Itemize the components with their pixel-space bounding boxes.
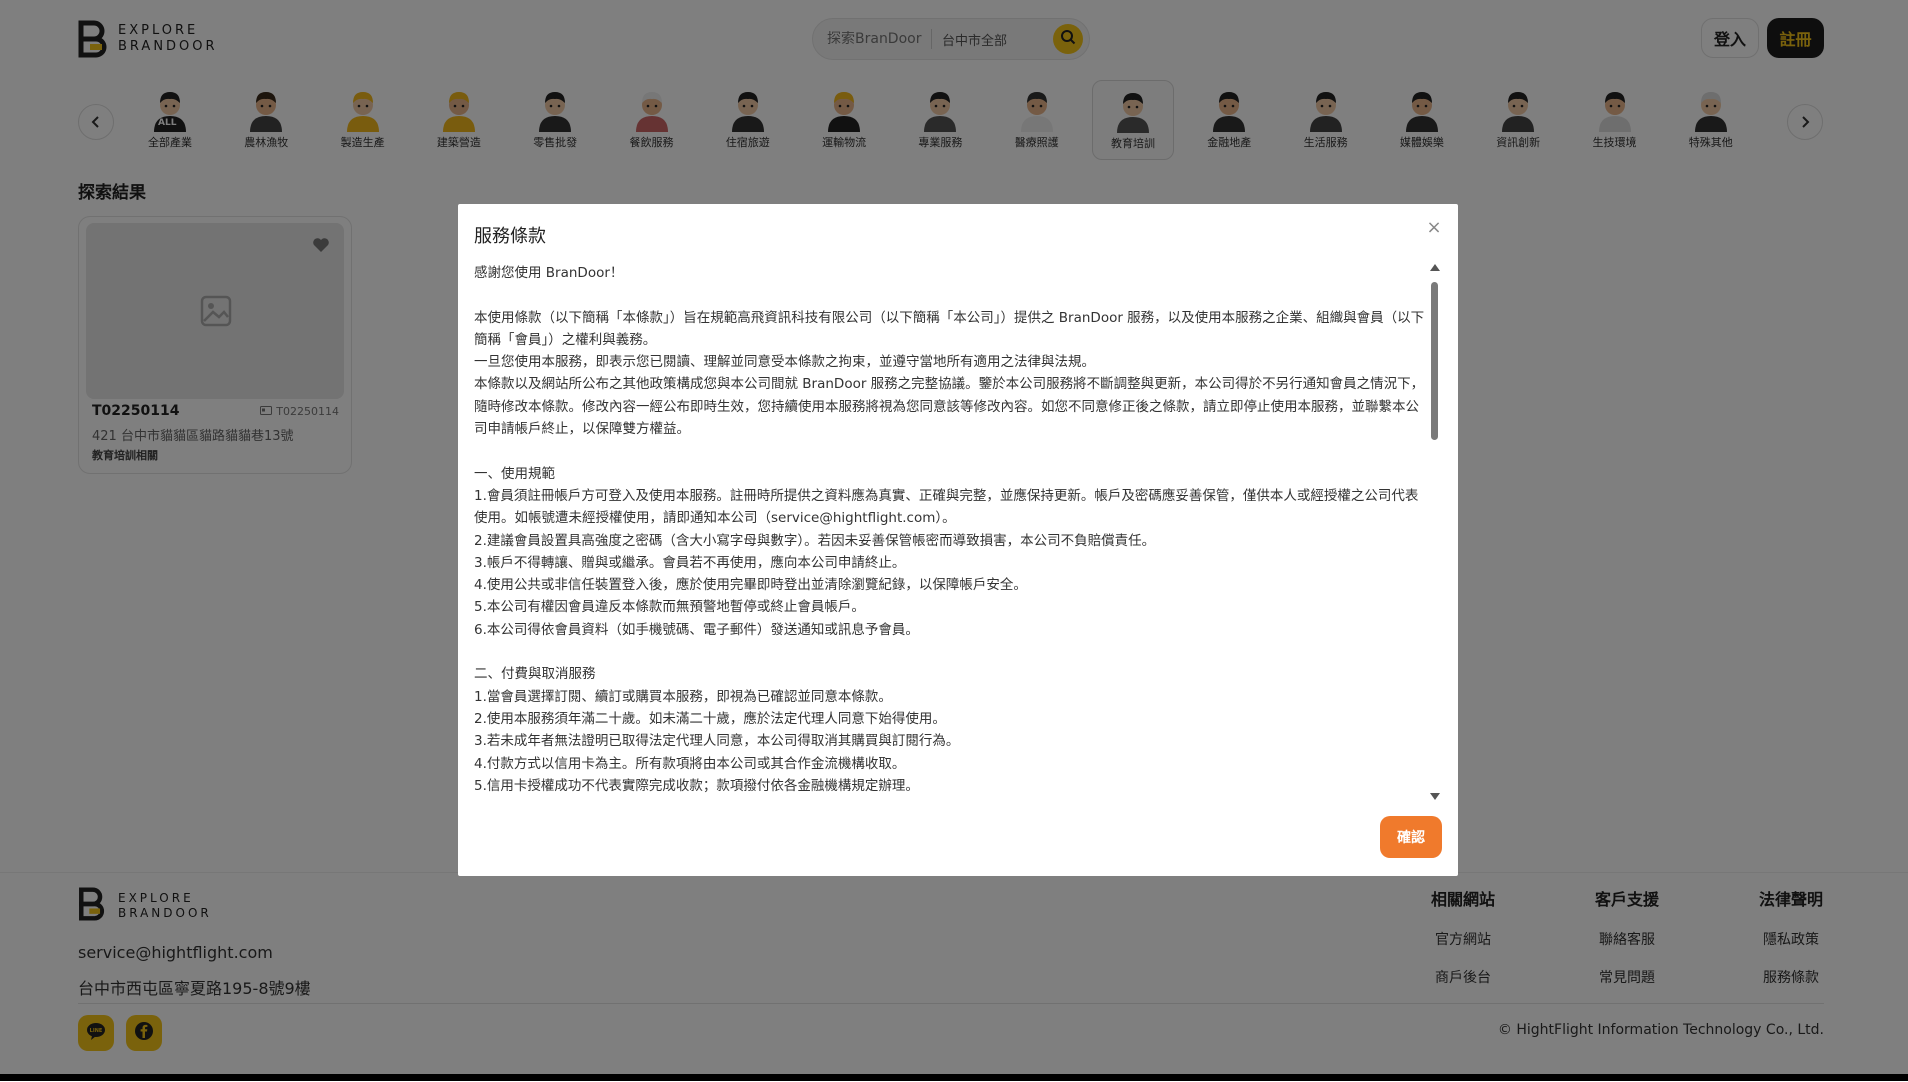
terms-paragraph: 2.使用本服務須年滿二十歲。如未滿二十歲，應於法定代理人同意下始得使用。 — [474, 710, 946, 727]
terms-paragraph: 4.付款方式以信用卡為主。所有款項將由本公司或其合作金流機構收取。 — [474, 755, 906, 772]
terms-paragraph: 本條款以及網站所公布之其他政策構成您與本公司間就 BranDoor 服務之完整協… — [474, 376, 1425, 438]
scroll-thumb[interactable] — [1431, 282, 1438, 440]
terms-paragraph: 2.建議會員設置具高強度之密碼（含大小寫字母與數字）。若因未妥善保管帳密而導致損… — [474, 532, 1156, 549]
bottom-edge — [0, 1074, 1908, 1081]
terms-paragraph: 感謝您使用 BranDoor！ — [474, 265, 624, 281]
terms-paragraph: 3.若未成年者無法證明已取得法定代理人同意，本公司得取消其購買與訂閱行為。 — [474, 733, 960, 750]
scroll-down-icon[interactable] — [1430, 793, 1440, 800]
confirm-button[interactable]: 確認 — [1380, 816, 1442, 858]
modal-scrollbar[interactable] — [1428, 262, 1442, 802]
terms-paragraph: 本使用條款（以下簡稱「本條款」）旨在規範高飛資訊科技有限公司（以下簡稱「本公司」… — [474, 309, 1425, 348]
terms-content[interactable]: 感謝您使用 BranDoor！ 本使用條款（以下簡稱「本條款」）旨在規範高飛資訊科… — [474, 262, 1428, 802]
terms-paragraph: 4.使用公共或非信任裝置登入後，應於使用完畢即時登出並清除瀏覽紀錄，以保障帳戶安… — [474, 577, 1027, 594]
terms-paragraph: 5.本公司有權因會員違反本條款而無預警地暫停或終止會員帳戶。 — [474, 599, 865, 616]
terms-modal: 服務條款 × 感謝您使用 BranDoor！ 本使用條款（以下簡稱「本條款」）旨在… — [458, 204, 1458, 876]
terms-paragraph: 1.當會員選擇訂閱、續訂或購買本服務，即視為已確認並同意本條款。 — [474, 688, 892, 705]
page: EXPLORE BRANDOOR 台中市全部 登入 註冊 ALL全部產業農林漁牧… — [0, 0, 1908, 1082]
terms-paragraph: 6.本公司得依會員資料（如手機號碼、電子郵件）發送通知或訊息予會員。 — [474, 621, 919, 638]
terms-paragraph: 1.會員須註冊帳戶方可登入及使用本服務。註冊時所提供之資料應為真實、正確與完整，… — [474, 487, 1419, 527]
terms-paragraph: 二、付費與取消服務 — [474, 666, 596, 683]
close-icon[interactable]: × — [1424, 218, 1444, 238]
modal-title: 服務條款 — [474, 226, 546, 247]
terms-paragraph: 5.信用卡授權成功不代表實際完成收款；款項撥付依各金融機構規定辦理。 — [474, 777, 919, 794]
scroll-up-icon[interactable] — [1430, 264, 1440, 271]
terms-paragraph: 3.帳戶不得轉讓、贈與或繼承。會員若不再使用，應向本公司申請終止。 — [474, 554, 906, 571]
terms-paragraph: 一旦您使用本服務，即表示您已閱讀、理解並同意受本條款之拘束，並遵守當地所有適用之… — [474, 354, 1095, 371]
terms-paragraph: 一、使用規範 — [474, 465, 555, 482]
